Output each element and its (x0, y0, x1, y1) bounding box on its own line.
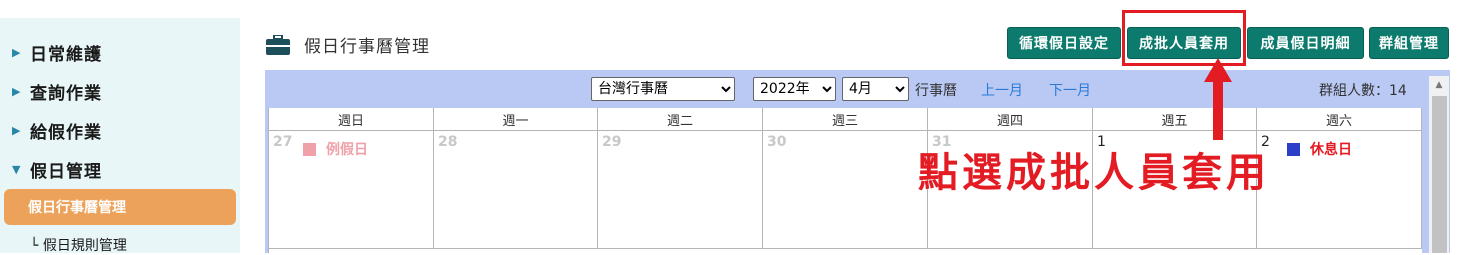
sidebar-item-label: 日常維護 (30, 45, 102, 65)
caret-right-icon: ▶ (12, 46, 22, 59)
vertical-scrollbar[interactable]: ▲ (1429, 76, 1449, 253)
prev-month-link[interactable]: 上一月 (981, 80, 1023, 100)
month-select[interactable]: 4月 (842, 77, 909, 101)
sidebar-item-label: 給假作業 (30, 123, 102, 143)
holiday-color-square-icon (303, 142, 316, 156)
sidebar-item-label: 假日管理 (30, 162, 102, 182)
holiday-tag: 例假日 (303, 139, 368, 159)
scroll-thumb[interactable] (1432, 96, 1447, 253)
sidebar-item-holiday-management[interactable]: ▼ 假日管理 (12, 157, 102, 182)
sidebar-subitem-holiday-calendar[interactable]: 假日行事曆管理 (4, 189, 236, 225)
calendar-label: 行事曆 (915, 83, 957, 99)
calendar-select[interactable]: 台灣行事曆 (591, 77, 735, 101)
day-number: 28 (438, 134, 458, 150)
calendar-day-cell[interactable]: 28 (434, 131, 598, 249)
weekday-header: 週二 (598, 108, 763, 130)
holiday-color-square-icon (1287, 142, 1300, 156)
sidebar-subitem-holiday-rules[interactable]: └ 假日規則管理 (30, 235, 127, 255)
next-month-link[interactable]: 下一月 (1049, 80, 1091, 100)
scroll-up-arrow-icon[interactable]: ▲ (1429, 76, 1449, 94)
recurring-holiday-button[interactable]: 循環假日設定 (1007, 27, 1121, 59)
sidebar-item-query[interactable]: ▶ 查詢作業 (12, 79, 102, 104)
year-select[interactable]: 2022年 (753, 77, 836, 101)
day-number: 27 (273, 134, 293, 150)
group-management-button[interactable]: 群組管理 (1369, 27, 1449, 59)
holiday-label: 休息日 (1310, 142, 1352, 158)
sidebar-item-leave-grant[interactable]: ▶ 給假作業 (12, 118, 102, 143)
member-holiday-detail-button[interactable]: 成員假日明細 (1247, 27, 1364, 59)
sidebar-item-label: 查詢作業 (30, 84, 102, 104)
annotation-text: 點選成批人員套用 (918, 150, 1270, 196)
weekday-header: 週四 (928, 108, 1093, 130)
calendar-day-cell[interactable]: 29 (598, 131, 763, 249)
sidebar-subitem-label: 假日行事曆管理 (28, 200, 126, 216)
weekday-header-row: 週日 週一 週二 週三 週四 週五 週六 (269, 108, 1422, 131)
day-number: 30 (767, 134, 787, 150)
sidebar-item-daily-maintenance[interactable]: ▶ 日常維護 (12, 40, 102, 65)
calendar-day-cell[interactable]: 27 例假日 (269, 131, 434, 249)
weekday-header: 週六 (1257, 108, 1422, 130)
weekday-header: 週日 (269, 108, 434, 130)
holiday-label: 例假日 (326, 142, 368, 158)
briefcase-icon (266, 34, 290, 55)
page-title: 假日行事曆管理 (266, 32, 430, 57)
annotation-arrow-icon (1204, 58, 1232, 140)
day-number: 29 (602, 134, 622, 150)
calendar-day-cell[interactable]: 30 (763, 131, 928, 249)
calendar-toolbar: 台灣行事曆 2022年 4月 行事曆 上一月 下一月 群組人數：14 (265, 70, 1422, 108)
caret-right-icon: ▶ (12, 85, 22, 98)
calendar-panel: 台灣行事曆 2022年 4月 行事曆 上一月 下一月 群組人數：14 週日 週一… (265, 70, 1450, 253)
weekday-header: 週三 (763, 108, 928, 130)
page-title-text: 假日行事曆管理 (304, 37, 430, 57)
caret-down-icon: ▼ (12, 163, 22, 176)
weekday-header: 週一 (434, 108, 598, 130)
caret-right-icon: ▶ (12, 124, 22, 137)
group-count: 群組人數：14 (1319, 83, 1407, 99)
holiday-tag: 休息日 (1287, 139, 1352, 159)
calendar-day-cell[interactable]: 2 休息日 (1257, 131, 1422, 249)
